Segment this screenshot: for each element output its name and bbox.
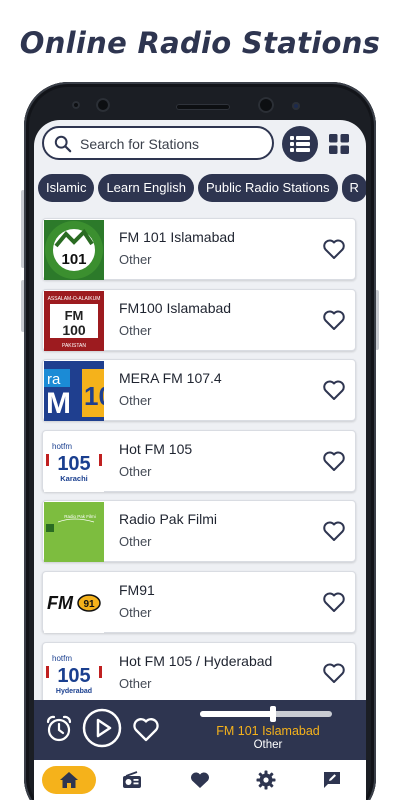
app-screen: IslamicLearn EnglishPublic Radio Station…	[34, 120, 366, 800]
station-card[interactable]: hotfm 105 Hyderabad Hot FM 105 / Hyderab…	[42, 641, 356, 704]
svg-text:100: 100	[62, 322, 86, 338]
svg-text:M: M	[46, 387, 71, 420]
station-logo: ra M 10	[44, 361, 104, 422]
radio-icon	[123, 771, 141, 788]
station-card[interactable]: ASSALAM-O-ALAIKUM FM 100 PAKISTAN FM100 …	[42, 288, 356, 351]
feedback-icon	[324, 772, 340, 788]
category-chip[interactable]: Learn English	[98, 174, 194, 202]
station-category: Other	[119, 322, 152, 338]
svg-text:Karachi: Karachi	[60, 474, 88, 483]
svg-text:FM: FM	[47, 593, 74, 613]
station-card[interactable]: FM 91 FM91 Other	[42, 570, 356, 633]
play-button-icon[interactable]	[82, 708, 122, 748]
gear-icon	[256, 770, 276, 790]
heart-outline-icon[interactable]	[322, 309, 346, 331]
station-card[interactable]: hotfm 105 Karachi Hot FM 105 Other	[42, 429, 356, 492]
nav-home[interactable]	[42, 766, 96, 794]
heart-icon	[191, 772, 209, 788]
svg-text:101: 101	[61, 251, 86, 268]
radio-pak-filmi-logo: Radio Pak Filmi	[44, 502, 104, 563]
station-logo: hotfm 105 Hyderabad	[44, 643, 104, 704]
favorite-heart-icon[interactable]	[132, 716, 160, 742]
station-logo: ASSALAM-O-ALAIKUM FM 100 PAKISTAN	[44, 290, 104, 351]
heart-outline-icon[interactable]	[322, 662, 346, 684]
category-chip[interactable]: Public Radio Stations	[197, 174, 338, 202]
list-view-button[interactable]	[282, 126, 318, 162]
progress-fill	[200, 711, 273, 717]
phone-sensor	[96, 98, 110, 112]
station-name: MERA FM 107.4	[119, 370, 222, 387]
station-category: Other	[119, 463, 152, 479]
station-name: Hot FM 105	[119, 440, 193, 457]
station-category: Other	[119, 534, 152, 550]
station-logo: FM 91	[44, 572, 104, 633]
merafm-logo: ra M 10	[44, 361, 104, 422]
nav-favorites[interactable]	[186, 766, 214, 794]
home-icon	[60, 772, 78, 788]
station-logo: hotfm 105 Karachi	[44, 431, 104, 492]
nav-feedback[interactable]	[318, 766, 346, 794]
station-category: Other	[119, 393, 152, 409]
station-card[interactable]: 101 FM 101 Islamabad Other	[42, 218, 356, 280]
heart-outline-icon[interactable]	[322, 591, 346, 613]
svg-text:hotfm: hotfm	[52, 654, 72, 663]
station-category: Other	[119, 604, 152, 620]
svg-text:Hyderabad: Hyderabad	[56, 688, 92, 695]
category-chips: Islamic Learn English Public Radio Station…	[38, 174, 366, 202]
svg-text:ra: ra	[47, 371, 61, 388]
heart-outline-icon[interactable]	[322, 238, 346, 260]
station-card[interactable]: Radio Pak Filmi Radio Pak Filmi Other	[42, 500, 356, 563]
nav-radio[interactable]	[118, 766, 146, 794]
heart-outline-icon[interactable]	[322, 379, 346, 401]
station-card[interactable]: ra M 10 MERA FM 107.4 Other	[42, 359, 356, 422]
svg-text:Radio Pak Filmi: Radio Pak Filmi	[64, 514, 96, 519]
station-list: 101 FM 101 Islamabad Other ASSALAM-O-ALA…	[42, 218, 356, 712]
station-category: Other	[119, 252, 152, 267]
phone-speaker	[176, 104, 230, 110]
station-name: FM91	[119, 581, 155, 598]
station-name: FM100 Islamabad	[119, 299, 232, 316]
fm101-logo: 101	[45, 221, 103, 279]
svg-text:PAKISTAN: PAKISTAN	[62, 343, 86, 349]
phone-front-camera	[258, 97, 274, 113]
alarm-clock-icon[interactable]	[44, 714, 74, 744]
search-input[interactable]	[80, 133, 266, 155]
now-playing-category: Other	[253, 739, 283, 751]
station-logo: 101	[44, 220, 104, 280]
station-name: Radio Pak Filmi	[119, 511, 218, 528]
phone-light-sensor	[292, 102, 300, 110]
svg-text:FM: FM	[65, 308, 84, 323]
svg-text:10: 10	[84, 381, 104, 411]
svg-text:hotfm: hotfm	[52, 442, 72, 451]
hotfm-logo: hotfm 105 Karachi	[46, 442, 102, 483]
svg-text:105: 105	[57, 665, 90, 687]
heart-outline-icon[interactable]	[322, 450, 346, 472]
bottom-navigation	[34, 760, 366, 800]
nav-settings[interactable]	[252, 766, 280, 794]
list-icon	[290, 136, 310, 152]
station-name: FM 101 Islamabad	[119, 229, 235, 245]
station-name: Hot FM 105 / Hyderabad	[119, 652, 273, 669]
hotfm-hyderabad-logo: hotfm 105 Hyderabad	[46, 654, 102, 695]
station-logo: Radio Pak Filmi	[44, 502, 104, 563]
grid-view-icon[interactable]	[328, 133, 350, 155]
mini-player: FM 101 Islamabad Other	[34, 700, 366, 760]
station-category: Other	[119, 675, 152, 691]
phone-sensor-small	[72, 101, 80, 109]
svg-text:ASSALAM-O-ALAIKUM: ASSALAM-O-ALAIKUM	[48, 296, 101, 302]
progress-slider[interactable]	[200, 706, 332, 722]
category-chip[interactable]: Islamic	[38, 174, 95, 202]
now-playing-title: FM 101 Islamabad	[216, 724, 320, 738]
search-bar[interactable]	[42, 126, 274, 160]
progress-thumb[interactable]	[269, 706, 276, 722]
search-icon	[54, 135, 72, 153]
fm91-logo: FM 91	[47, 593, 101, 613]
category-chip[interactable]: R	[341, 174, 366, 202]
fm100-logo: ASSALAM-O-ALAIKUM FM 100 PAKISTAN	[44, 290, 104, 351]
svg-text:105: 105	[57, 453, 90, 475]
promo-headline: Online Radio Stations	[19, 26, 381, 60]
heart-outline-icon[interactable]	[322, 520, 346, 542]
svg-text:91: 91	[83, 599, 95, 610]
